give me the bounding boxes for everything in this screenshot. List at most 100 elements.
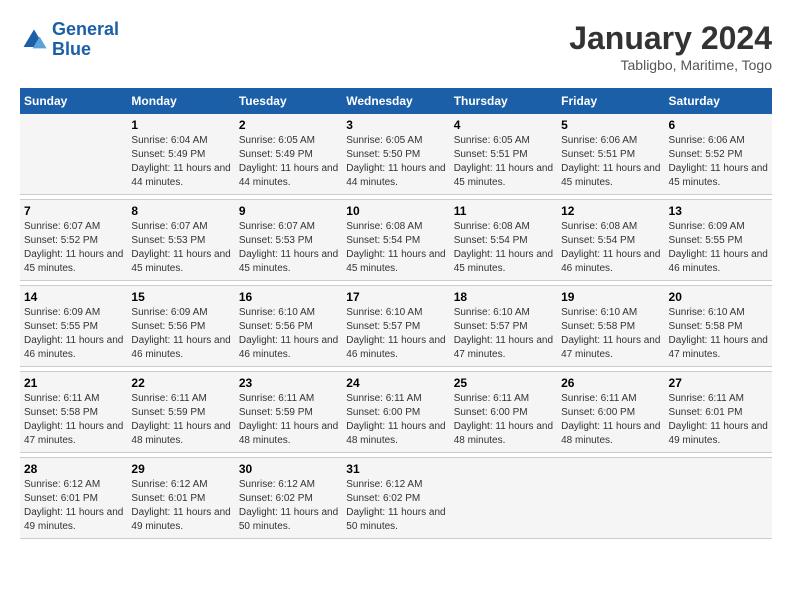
calendar-cell: 29 Sunrise: 6:12 AMSunset: 6:01 PMDayligh…: [127, 458, 234, 539]
day-number: 16: [239, 290, 338, 304]
day-number: 14: [24, 290, 123, 304]
day-info: Sunrise: 6:08 AMSunset: 5:54 PMDaylight:…: [454, 220, 553, 276]
day-number: 30: [239, 462, 338, 476]
day-info: Sunrise: 6:10 AMSunset: 5:57 PMDaylight:…: [454, 306, 553, 362]
header-thursday: Thursday: [450, 88, 557, 114]
calendar-cell: 11 Sunrise: 6:08 AMSunset: 5:54 PMDayligh…: [450, 200, 557, 281]
day-number: 26: [561, 376, 660, 390]
calendar-cell: 17 Sunrise: 6:10 AMSunset: 5:57 PMDayligh…: [342, 286, 449, 367]
week-row-1: 1Sunrise: 6:04 AMSunset: 5:49 PMDaylight…: [20, 114, 772, 195]
day-info: Sunrise: 6:07 AMSunset: 5:52 PMDaylight:…: [24, 220, 123, 276]
day-info: Sunrise: 6:10 AMSunset: 5:57 PMDaylight:…: [346, 306, 445, 362]
day-info: Sunrise: 6:11 AMSunset: 6:01 PMDaylight:…: [669, 392, 768, 448]
day-info: Sunrise: 6:09 AMSunset: 5:55 PMDaylight:…: [24, 306, 123, 362]
day-number: 11: [454, 204, 553, 218]
calendar-cell: 6 Sunrise: 6:06 AMSunset: 5:52 PMDaylight…: [665, 114, 772, 195]
calendar-cell: 20 Sunrise: 6:10 AMSunset: 5:58 PMDayligh…: [665, 286, 772, 367]
calendar-cell: 8Sunrise: 6:07 AMSunset: 5:53 PMDaylight…: [127, 200, 234, 281]
day-info: Sunrise: 6:11 AMSunset: 6:00 PMDaylight:…: [346, 392, 445, 448]
day-info: Sunrise: 6:10 AMSunset: 5:58 PMDaylight:…: [669, 306, 768, 362]
day-number: 29: [131, 462, 230, 476]
calendar-cell: 7 Sunrise: 6:07 AMSunset: 5:52 PMDaylight…: [20, 200, 127, 281]
calendar-cell: 19 Sunrise: 6:10 AMSunset: 5:58 PMDayligh…: [557, 286, 664, 367]
day-info: Sunrise: 6:11 AMSunset: 5:59 PMDaylight:…: [239, 392, 338, 448]
day-number: 2: [239, 118, 338, 132]
week-row-2: 7 Sunrise: 6:07 AMSunset: 5:52 PMDaylight…: [20, 200, 772, 281]
day-info: Sunrise: 6:10 AMSunset: 5:58 PMDaylight:…: [561, 306, 660, 362]
logo: General Blue: [20, 20, 119, 60]
calendar-cell: 22Sunrise: 6:11 AMSunset: 5:59 PMDayligh…: [127, 372, 234, 453]
day-number: 20: [669, 290, 768, 304]
logo-text: General Blue: [52, 20, 119, 60]
calendar-cell: 31 Sunrise: 6:12 AMSunset: 6:02 PMDayligh…: [342, 458, 449, 539]
day-number: 5: [561, 118, 660, 132]
day-info: Sunrise: 6:09 AMSunset: 5:55 PMDaylight:…: [669, 220, 768, 276]
day-number: 19: [561, 290, 660, 304]
logo-icon: [20, 26, 48, 54]
day-number: 17: [346, 290, 445, 304]
header-saturday: Saturday: [665, 88, 772, 114]
day-number: 23: [239, 376, 338, 390]
month-title: January 2024: [569, 20, 772, 57]
day-number: 6: [669, 118, 768, 132]
calendar-cell: [450, 458, 557, 539]
calendar-cell: 14 Sunrise: 6:09 AMSunset: 5:55 PMDayligh…: [20, 286, 127, 367]
day-info: Sunrise: 6:12 AMSunset: 6:01 PMDaylight:…: [131, 478, 230, 534]
day-number: 12: [561, 204, 660, 218]
day-number: 31: [346, 462, 445, 476]
day-info: Sunrise: 6:06 AMSunset: 5:52 PMDaylight:…: [669, 134, 768, 190]
location: Tabligbo, Maritime, Togo: [569, 57, 772, 73]
calendar-cell: 4Sunrise: 6:05 AMSunset: 5:51 PMDaylight…: [450, 114, 557, 195]
day-info: Sunrise: 6:11 AMSunset: 5:58 PMDaylight:…: [24, 392, 123, 448]
header-tuesday: Tuesday: [235, 88, 342, 114]
header-row: SundayMondayTuesdayWednesdayThursdayFrid…: [20, 88, 772, 114]
day-number: 3: [346, 118, 445, 132]
day-number: 13: [669, 204, 768, 218]
day-info: Sunrise: 6:08 AMSunset: 5:54 PMDaylight:…: [561, 220, 660, 276]
calendar-cell: 18 Sunrise: 6:10 AMSunset: 5:57 PMDayligh…: [450, 286, 557, 367]
day-info: Sunrise: 6:12 AMSunset: 6:01 PMDaylight:…: [24, 478, 123, 534]
calendar-cell: 2 Sunrise: 6:05 AMSunset: 5:49 PMDaylight…: [235, 114, 342, 195]
calendar-cell: 25 Sunrise: 6:11 AMSunset: 6:00 PMDayligh…: [450, 372, 557, 453]
logo-general: General: [52, 19, 119, 39]
day-number: 7: [24, 204, 123, 218]
calendar-cell: 9Sunrise: 6:07 AMSunset: 5:53 PMDaylight…: [235, 200, 342, 281]
calendar-cell: 10Sunrise: 6:08 AMSunset: 5:54 PMDayligh…: [342, 200, 449, 281]
calendar-cell: 13 Sunrise: 6:09 AMSunset: 5:55 PMDayligh…: [665, 200, 772, 281]
calendar-cell: 28 Sunrise: 6:12 AMSunset: 6:01 PMDayligh…: [20, 458, 127, 539]
day-info: Sunrise: 6:05 AMSunset: 5:51 PMDaylight:…: [454, 134, 553, 190]
calendar-cell: [665, 458, 772, 539]
calendar-cell: 21Sunrise: 6:11 AMSunset: 5:58 PMDayligh…: [20, 372, 127, 453]
calendar-cell: 24Sunrise: 6:11 AMSunset: 6:00 PMDayligh…: [342, 372, 449, 453]
week-row-3: 14 Sunrise: 6:09 AMSunset: 5:55 PMDayligh…: [20, 286, 772, 367]
day-number: 28: [24, 462, 123, 476]
calendar-cell: [557, 458, 664, 539]
day-info: Sunrise: 6:11 AMSunset: 6:00 PMDaylight:…: [454, 392, 553, 448]
day-info: Sunrise: 6:08 AMSunset: 5:54 PMDaylight:…: [346, 220, 445, 276]
calendar-cell: 26Sunrise: 6:11 AMSunset: 6:00 PMDayligh…: [557, 372, 664, 453]
day-number: 22: [131, 376, 230, 390]
calendar-cell: 16Sunrise: 6:10 AMSunset: 5:56 PMDayligh…: [235, 286, 342, 367]
day-number: 8: [131, 204, 230, 218]
calendar-cell: 5Sunrise: 6:06 AMSunset: 5:51 PMDaylight…: [557, 114, 664, 195]
day-number: 27: [669, 376, 768, 390]
calendar-cell: 1Sunrise: 6:04 AMSunset: 5:49 PMDaylight…: [127, 114, 234, 195]
header-wednesday: Wednesday: [342, 88, 449, 114]
day-number: 15: [131, 290, 230, 304]
day-info: Sunrise: 6:05 AMSunset: 5:49 PMDaylight:…: [239, 134, 338, 190]
week-row-4: 21Sunrise: 6:11 AMSunset: 5:58 PMDayligh…: [20, 372, 772, 453]
calendar-cell: 23 Sunrise: 6:11 AMSunset: 5:59 PMDayligh…: [235, 372, 342, 453]
calendar-cell: 12 Sunrise: 6:08 AMSunset: 5:54 PMDayligh…: [557, 200, 664, 281]
day-number: 1: [131, 118, 230, 132]
header-monday: Monday: [127, 88, 234, 114]
header-friday: Friday: [557, 88, 664, 114]
title-area: January 2024 Tabligbo, Maritime, Togo: [569, 20, 772, 73]
day-number: 25: [454, 376, 553, 390]
day-info: Sunrise: 6:09 AMSunset: 5:56 PMDaylight:…: [131, 306, 230, 362]
calendar-cell: 27 Sunrise: 6:11 AMSunset: 6:01 PMDayligh…: [665, 372, 772, 453]
calendar-cell: 30Sunrise: 6:12 AMSunset: 6:02 PMDayligh…: [235, 458, 342, 539]
day-number: 18: [454, 290, 553, 304]
calendar-cell: 3Sunrise: 6:05 AMSunset: 5:50 PMDaylight…: [342, 114, 449, 195]
week-row-5: 28 Sunrise: 6:12 AMSunset: 6:01 PMDayligh…: [20, 458, 772, 539]
day-info: Sunrise: 6:12 AMSunset: 6:02 PMDaylight:…: [346, 478, 445, 534]
